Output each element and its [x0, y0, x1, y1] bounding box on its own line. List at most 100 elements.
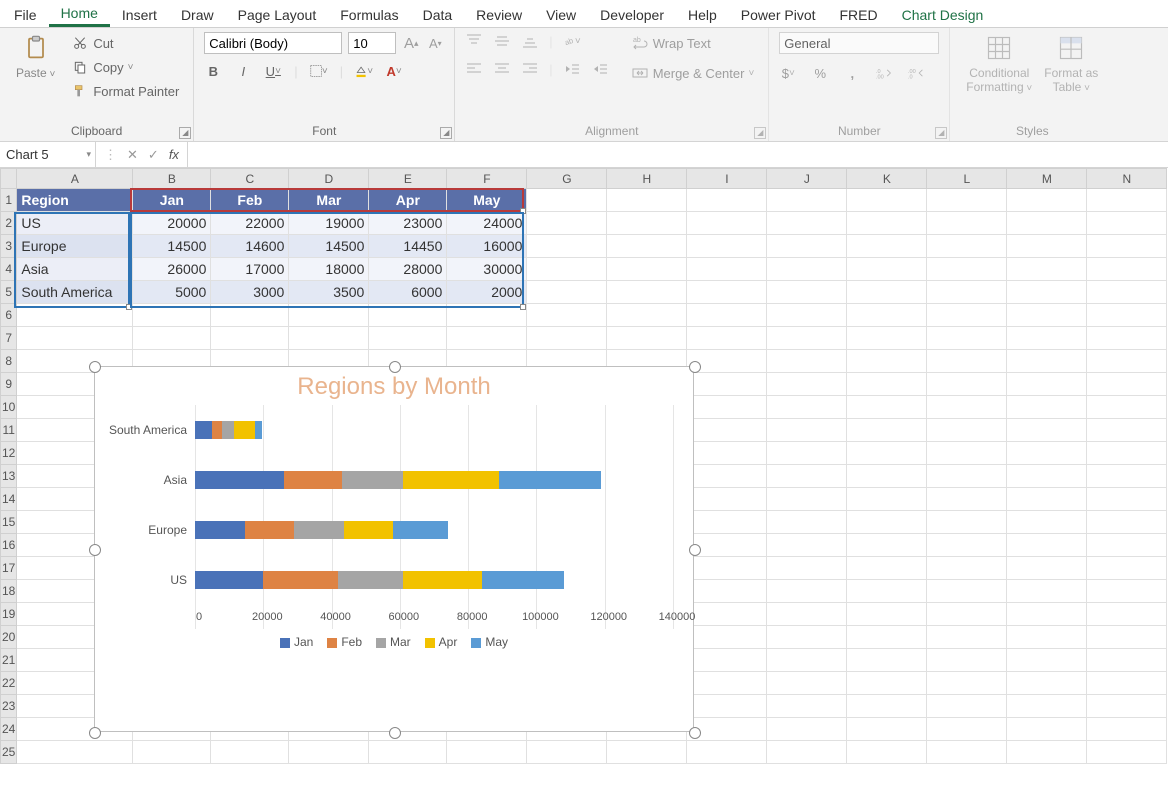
row-header[interactable]: 13 — [1, 465, 17, 488]
row-header[interactable]: 16 — [1, 534, 17, 557]
cell[interactable] — [767, 488, 847, 511]
cell[interactable] — [767, 235, 847, 258]
cell[interactable]: 5000 — [133, 281, 211, 304]
cell[interactable] — [211, 741, 289, 764]
cell[interactable] — [927, 396, 1007, 419]
legend-item[interactable]: Feb — [327, 635, 362, 649]
chart-resize-handle[interactable] — [89, 361, 101, 373]
align-bottom-icon[interactable] — [521, 32, 539, 50]
row-header[interactable]: 22 — [1, 672, 17, 695]
cell[interactable] — [767, 649, 847, 672]
cell[interactable] — [687, 281, 767, 304]
cell[interactable] — [1007, 304, 1087, 327]
tab-data[interactable]: Data — [411, 3, 465, 27]
orientation-button[interactable]: ab — [563, 32, 581, 50]
cell[interactable] — [767, 258, 847, 281]
cell[interactable] — [927, 557, 1007, 580]
legend-item[interactable]: Apr — [425, 635, 458, 649]
cell[interactable] — [1087, 189, 1167, 212]
cell[interactable] — [1007, 649, 1087, 672]
cell[interactable] — [527, 212, 607, 235]
row-header[interactable]: 10 — [1, 396, 17, 419]
tab-review[interactable]: Review — [464, 3, 534, 27]
cell[interactable] — [927, 212, 1007, 235]
cell[interactable] — [607, 258, 687, 281]
chart-bar[interactable] — [195, 521, 673, 539]
chart-segment[interactable] — [255, 421, 262, 439]
cell[interactable]: South America — [17, 281, 133, 304]
cell[interactable] — [687, 557, 767, 580]
row-header[interactable]: 2 — [1, 212, 17, 235]
cell[interactable] — [687, 580, 767, 603]
cell[interactable] — [927, 442, 1007, 465]
chart-resize-handle[interactable] — [689, 727, 701, 739]
cell[interactable] — [927, 281, 1007, 304]
cell[interactable] — [1007, 189, 1087, 212]
cell[interactable] — [1007, 488, 1087, 511]
cell[interactable]: 14450 — [369, 235, 447, 258]
cell[interactable] — [847, 557, 927, 580]
cell[interactable] — [767, 603, 847, 626]
cell[interactable] — [687, 235, 767, 258]
name-box[interactable]: Chart 5 ▾ — [0, 142, 96, 167]
cell[interactable] — [1007, 511, 1087, 534]
col-header-F[interactable]: F — [447, 169, 527, 189]
chart-resize-handle[interactable] — [689, 544, 701, 556]
cell[interactable] — [1087, 741, 1167, 764]
cell[interactable] — [1087, 304, 1167, 327]
cell[interactable] — [527, 304, 607, 327]
cell[interactable] — [1007, 534, 1087, 557]
row-header[interactable]: 8 — [1, 350, 17, 373]
paste-button[interactable]: Paste — [10, 32, 61, 82]
cell[interactable] — [1087, 672, 1167, 695]
cell[interactable] — [927, 603, 1007, 626]
cell[interactable] — [767, 534, 847, 557]
cell[interactable]: 26000 — [133, 258, 211, 281]
col-header-E[interactable]: E — [369, 169, 447, 189]
cell[interactable]: 14500 — [289, 235, 369, 258]
cell[interactable] — [1087, 695, 1167, 718]
cell[interactable] — [927, 189, 1007, 212]
cell[interactable] — [1007, 741, 1087, 764]
comma-button[interactable]: , — [843, 64, 861, 82]
percent-button[interactable]: % — [811, 64, 829, 82]
cell[interactable] — [927, 534, 1007, 557]
clipboard-dialog-launcher[interactable]: ◢ — [179, 127, 191, 139]
alignment-dialog-launcher[interactable]: ◢ — [754, 127, 766, 139]
cell[interactable] — [369, 741, 447, 764]
cell[interactable] — [847, 189, 927, 212]
col-header-D[interactable]: D — [289, 169, 369, 189]
cell[interactable] — [1007, 465, 1087, 488]
cell[interactable] — [847, 672, 927, 695]
row-header[interactable]: 9 — [1, 373, 17, 396]
cell[interactable] — [767, 419, 847, 442]
tab-insert[interactable]: Insert — [110, 3, 169, 27]
align-middle-icon[interactable] — [493, 32, 511, 50]
cell[interactable]: Jan — [133, 189, 211, 212]
cell[interactable] — [17, 741, 133, 764]
cell[interactable] — [1007, 442, 1087, 465]
tab-file[interactable]: File — [2, 3, 49, 27]
cell[interactable] — [607, 741, 687, 764]
row-header[interactable]: 11 — [1, 419, 17, 442]
cell[interactable]: Feb — [211, 189, 289, 212]
decrease-font-icon[interactable]: A▾ — [426, 34, 444, 52]
cell[interactable] — [1087, 258, 1167, 281]
cell[interactable] — [847, 212, 927, 235]
cell[interactable] — [1007, 212, 1087, 235]
cut-button[interactable]: Cut — [67, 32, 183, 54]
cell[interactable] — [847, 718, 927, 741]
tab-power-pivot[interactable]: Power Pivot — [729, 3, 828, 27]
chart-resize-handle[interactable] — [89, 727, 101, 739]
col-header-L[interactable]: L — [927, 169, 1007, 189]
font-name-select[interactable] — [204, 32, 342, 54]
row-header[interactable]: 1 — [1, 189, 17, 212]
cell[interactable] — [847, 534, 927, 557]
cell[interactable] — [767, 304, 847, 327]
bold-button[interactable]: B — [204, 62, 222, 80]
cell[interactable] — [927, 465, 1007, 488]
cell[interactable] — [17, 304, 133, 327]
cell[interactable]: 14600 — [211, 235, 289, 258]
cell[interactable] — [1087, 396, 1167, 419]
cell[interactable] — [767, 442, 847, 465]
